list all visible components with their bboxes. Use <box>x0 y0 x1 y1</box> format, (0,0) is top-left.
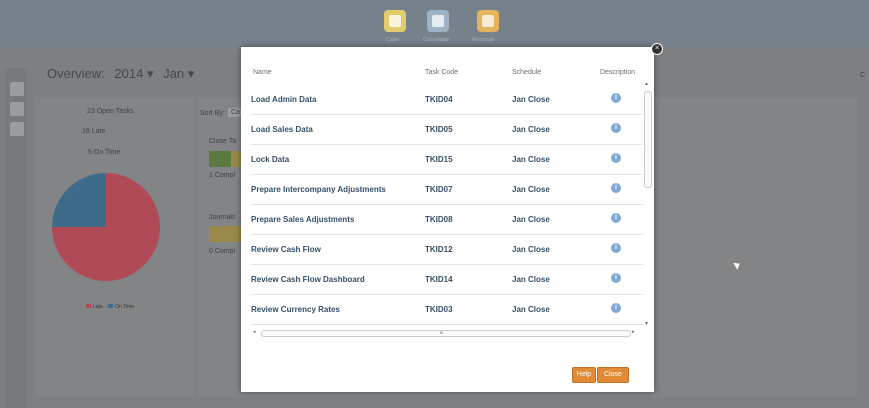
open-tasks-stat: 23 Open Tasks <box>87 108 134 115</box>
info-icon[interactable]: i <box>611 273 621 283</box>
table-row[interactable]: Review Cash Flow TKID12 Jan Close i <box>251 235 643 265</box>
vertical-scroll-thumb[interactable] <box>644 91 652 188</box>
scroll-down-icon[interactable]: ▼ <box>644 321 649 327</box>
info-icon[interactable]: i <box>611 243 621 253</box>
scroll-right-icon[interactable]: ▸ <box>632 329 635 335</box>
sort-by-label: Sort By: <box>200 110 225 117</box>
close-document-icon[interactable] <box>384 10 406 32</box>
top-nav-bar: Close Consolidate Financials <box>0 0 869 47</box>
task-name[interactable]: Review Cash Flow <box>251 245 321 254</box>
task-schedule: Jan Close <box>512 215 550 224</box>
close-progress-bar-remaining <box>231 151 241 167</box>
task-code: TKID12 <box>425 245 453 254</box>
column-header-name[interactable]: Name <box>253 69 272 76</box>
close-progress-bar <box>209 151 231 167</box>
legend-label-on-time: On Time <box>115 304 135 310</box>
task-schedule: Jan Close <box>512 125 550 134</box>
table-header: Name Task Code Schedule Description <box>253 61 643 83</box>
column-header-schedule[interactable]: Schedule <box>512 69 541 76</box>
tasks-dialog: Name Task Code Schedule Description Load… <box>241 47 654 392</box>
task-code: TKID04 <box>425 95 453 104</box>
column-header-task-code[interactable]: Task Code <box>425 69 458 76</box>
period-selector[interactable]: Jan ▾ <box>163 66 194 81</box>
legend-swatch-late <box>86 304 91 308</box>
table-row[interactable]: Prepare Sales Adjustments TKID08 Jan Clo… <box>251 205 643 235</box>
close-completed-count: 1 Compl <box>209 172 236 179</box>
journals-progress-bar <box>209 226 241 242</box>
table-row[interactable]: Lock Data TKID15 Jan Close i <box>251 145 643 175</box>
financials-briefcase-icon[interactable] <box>477 10 499 32</box>
task-schedule: Jan Close <box>512 245 550 254</box>
table-row[interactable]: Load Sales Data TKID05 Jan Close i <box>251 115 643 145</box>
task-code: TKID15 <box>425 155 453 164</box>
task-name[interactable]: Prepare Intercompany Adjustments <box>251 185 386 194</box>
year-selector[interactable]: 2014 ▾ <box>114 66 153 81</box>
info-icon[interactable]: i <box>611 93 621 103</box>
overview-header: Overview: 2014 ▾ Jan ▾ <box>47 66 194 82</box>
info-icon[interactable]: i <box>611 153 621 163</box>
on-time-stat: 5 On Time <box>88 149 121 156</box>
table-row[interactable]: Prepare Intercompany Adjustments TKID07 … <box>251 175 643 205</box>
left-toolbar <box>5 68 27 408</box>
task-code: TKID05 <box>425 125 453 134</box>
task-code: TKID14 <box>425 275 453 284</box>
table-row[interactable]: Review Currency Rates TKID03 Jan Close i <box>251 295 643 325</box>
legend-swatch-on-time <box>108 304 114 308</box>
legend-label-late: Late <box>93 304 103 310</box>
nav-label-consolidate[interactable]: Consolidate <box>423 37 449 43</box>
task-status-pie-chart <box>52 173 160 281</box>
task-name[interactable]: Review Cash Flow Dashboard <box>251 275 365 284</box>
task-code: TKID03 <box>425 305 453 314</box>
task-table-body: Load Admin Data TKID04 Jan Close i Load … <box>251 85 643 368</box>
pie-legend: Late On Time <box>82 304 134 310</box>
info-icon[interactable]: i <box>611 213 621 223</box>
chevron-down-icon: ▾ <box>187 66 195 81</box>
table-row[interactable]: Load Admin Data TKID04 Jan Close i <box>251 85 643 115</box>
page-title: Overview: <box>47 66 105 81</box>
vertical-scrollbar[interactable]: ▲ ▼ <box>643 81 652 367</box>
link-icon[interactable] <box>10 122 24 136</box>
help-button[interactable]: Help <box>572 367 596 383</box>
grid-view-icon[interactable] <box>10 102 24 116</box>
nav-label-close[interactable]: Close <box>386 37 399 43</box>
task-schedule: Jan Close <box>512 185 550 194</box>
close-tasks-label: Close Ta <box>209 138 237 145</box>
task-schedule: Jan Close <box>512 305 550 314</box>
column-header-description[interactable]: Description <box>600 69 635 76</box>
scroll-grip-icon: III <box>440 330 444 335</box>
late-stat: 16 Late <box>82 128 106 135</box>
task-code: TKID07 <box>425 185 453 194</box>
nav-label-financials[interactable]: Financials <box>472 37 495 43</box>
close-icon[interactable]: × <box>652 44 662 54</box>
list-view-icon[interactable] <box>10 82 24 96</box>
journals-label: Journals <box>209 214 236 221</box>
task-schedule: Jan Close <box>512 95 550 104</box>
task-name[interactable]: Load Admin Data <box>251 95 316 104</box>
journals-completed-count: 0 Compl <box>209 248 236 255</box>
close-button[interactable]: Close <box>597 367 629 383</box>
task-code: TKID08 <box>425 215 453 224</box>
task-schedule: Jan Close <box>512 155 550 164</box>
right-edge-text: C <box>860 72 866 79</box>
info-icon[interactable]: i <box>611 183 621 193</box>
scroll-up-icon[interactable]: ▲ <box>644 81 649 87</box>
horizontal-scrollbar[interactable]: ◂ III ▸ <box>253 329 638 337</box>
task-name[interactable]: Load Sales Data <box>251 125 313 134</box>
horizontal-scroll-thumb[interactable]: III <box>261 330 631 337</box>
task-name[interactable]: Prepare Sales Adjustments <box>251 215 354 224</box>
table-row[interactable]: Review Cash Flow Dashboard TKID14 Jan Cl… <box>251 265 643 295</box>
task-schedule: Jan Close <box>512 275 550 284</box>
info-icon[interactable]: i <box>611 303 621 313</box>
info-icon[interactable]: i <box>611 123 621 133</box>
task-name[interactable]: Lock Data <box>251 155 289 164</box>
chevron-down-icon: ▾ <box>146 66 154 81</box>
task-name[interactable]: Review Currency Rates <box>251 305 340 314</box>
consolidate-people-icon[interactable] <box>427 10 449 32</box>
scroll-left-icon[interactable]: ◂ <box>253 329 256 335</box>
